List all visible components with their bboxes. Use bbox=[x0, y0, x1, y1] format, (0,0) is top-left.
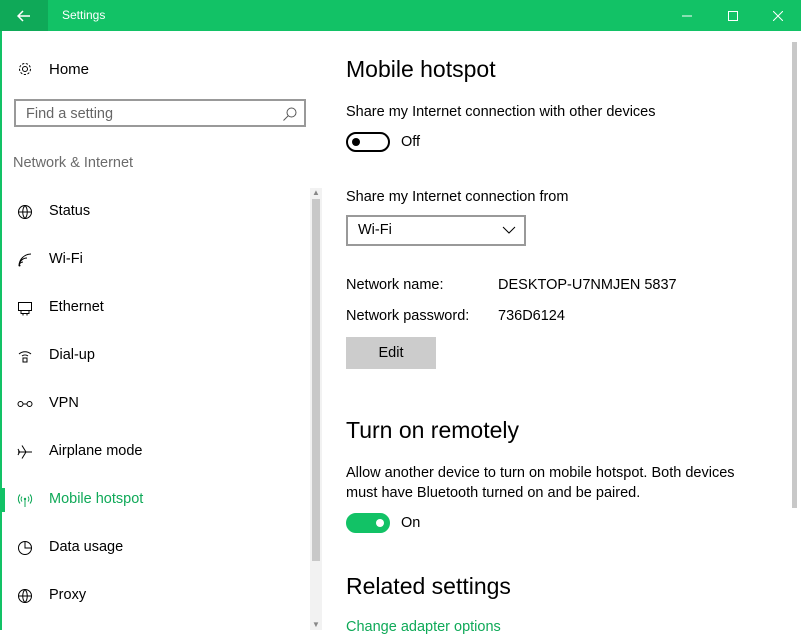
sidebar-item-label: Ethernet bbox=[49, 299, 104, 315]
sidebar-item-label: Mobile hotspot bbox=[49, 491, 144, 507]
nav-list: Status Wi-Fi Ethernet Dial-up VPN Airpla… bbox=[0, 188, 310, 620]
wifi-icon bbox=[16, 251, 34, 269]
dialup-icon bbox=[16, 347, 34, 365]
back-button[interactable] bbox=[0, 0, 48, 31]
sidebar-item-label: Dial-up bbox=[49, 347, 95, 363]
share-from-label: Share my Internet connection from bbox=[346, 189, 569, 205]
sidebar-scrollbar-thumb[interactable] bbox=[312, 199, 320, 561]
ethernet-icon bbox=[16, 299, 34, 317]
arrow-left-icon bbox=[17, 9, 30, 22]
sidebar-item-label: Data usage bbox=[49, 539, 124, 555]
sidebar-item-dialup[interactable]: Dial-up bbox=[2, 332, 310, 380]
search-placeholder: Find a setting bbox=[26, 106, 114, 122]
minimize-button[interactable] bbox=[664, 0, 710, 31]
sidebar: Home Find a setting Network & Internet S… bbox=[0, 31, 322, 630]
toggle-knob bbox=[376, 519, 384, 527]
pie-chart-icon bbox=[16, 539, 34, 557]
edit-button[interactable]: Edit bbox=[346, 337, 436, 369]
share-label: Share my Internet connection with other … bbox=[346, 104, 656, 120]
sidebar-item-label: Status bbox=[49, 203, 91, 219]
remote-section-title: Turn on remotely bbox=[346, 417, 519, 443]
sidebar-item-status[interactable]: Status bbox=[2, 188, 310, 236]
sidebar-item-vpn[interactable]: VPN bbox=[2, 380, 310, 428]
sidebar-item-label: Wi-Fi bbox=[49, 251, 83, 267]
share-toggle-state: Off bbox=[401, 134, 421, 150]
globe-icon bbox=[16, 203, 34, 221]
close-button[interactable] bbox=[755, 0, 801, 31]
network-name-label: Network name: bbox=[346, 277, 444, 293]
content-scrollbar-thumb[interactable] bbox=[792, 42, 797, 508]
sidebar-item-data-usage[interactable]: Data usage bbox=[2, 524, 310, 572]
share-toggle[interactable] bbox=[346, 132, 390, 152]
chevron-down-icon bbox=[502, 226, 516, 234]
scroll-up-arrow-icon[interactable]: ▲ bbox=[312, 189, 320, 197]
sidebar-item-wifi[interactable]: Wi-Fi bbox=[2, 236, 310, 284]
toggle-knob bbox=[352, 138, 360, 146]
close-icon bbox=[773, 10, 783, 21]
search-input[interactable]: Find a setting bbox=[14, 99, 306, 127]
maximize-icon bbox=[728, 10, 738, 21]
page-title: Mobile hotspot bbox=[346, 56, 496, 82]
sidebar-item-home[interactable]: Home bbox=[16, 59, 89, 79]
share-from-value: Wi-Fi bbox=[358, 222, 392, 238]
remote-description-line2: must have Bluetooth turned on and be pai… bbox=[346, 485, 641, 501]
sidebar-item-label: Home bbox=[49, 60, 90, 78]
airplane-icon bbox=[16, 443, 34, 461]
main-content: Mobile hotspot Share my Internet connect… bbox=[322, 31, 788, 635]
scroll-down-arrow-icon[interactable]: ▼ bbox=[312, 621, 320, 629]
section-label: Network & Internet bbox=[13, 155, 134, 171]
sidebar-item-label: Airplane mode bbox=[49, 443, 143, 459]
remote-toggle[interactable] bbox=[346, 513, 390, 533]
network-password-label: Network password: bbox=[346, 308, 470, 324]
sidebar-item-label: Proxy bbox=[49, 587, 87, 603]
hotspot-icon bbox=[16, 491, 34, 509]
title-bar: Settings bbox=[0, 0, 801, 31]
maximize-button[interactable] bbox=[710, 0, 756, 31]
related-settings-title: Related settings bbox=[346, 573, 511, 599]
sidebar-item-mobile-hotspot[interactable]: Mobile hotspot bbox=[0, 476, 310, 524]
sidebar-item-label: VPN bbox=[49, 395, 79, 411]
sidebar-item-airplane-mode[interactable]: Airplane mode bbox=[2, 428, 310, 476]
network-password-value: 736D6124 bbox=[498, 308, 565, 324]
window-title: Settings bbox=[62, 8, 106, 22]
search-icon[interactable] bbox=[282, 106, 298, 122]
network-name-value: DESKTOP-U7NMJEN 5837 bbox=[498, 277, 677, 293]
minimize-icon bbox=[682, 15, 692, 16]
remote-toggle-state: On bbox=[401, 515, 421, 531]
active-indicator bbox=[0, 488, 5, 512]
sidebar-item-proxy[interactable]: Proxy bbox=[2, 572, 310, 620]
vpn-icon bbox=[16, 395, 34, 413]
sidebar-item-ethernet[interactable]: Ethernet bbox=[2, 284, 310, 332]
gear-icon bbox=[16, 60, 34, 78]
share-from-select[interactable]: Wi-Fi bbox=[346, 215, 526, 246]
globe-icon bbox=[16, 587, 34, 605]
change-adapter-options-link[interactable]: Change adapter options bbox=[346, 619, 501, 635]
remote-description-line1: Allow another device to turn on mobile h… bbox=[346, 465, 735, 481]
